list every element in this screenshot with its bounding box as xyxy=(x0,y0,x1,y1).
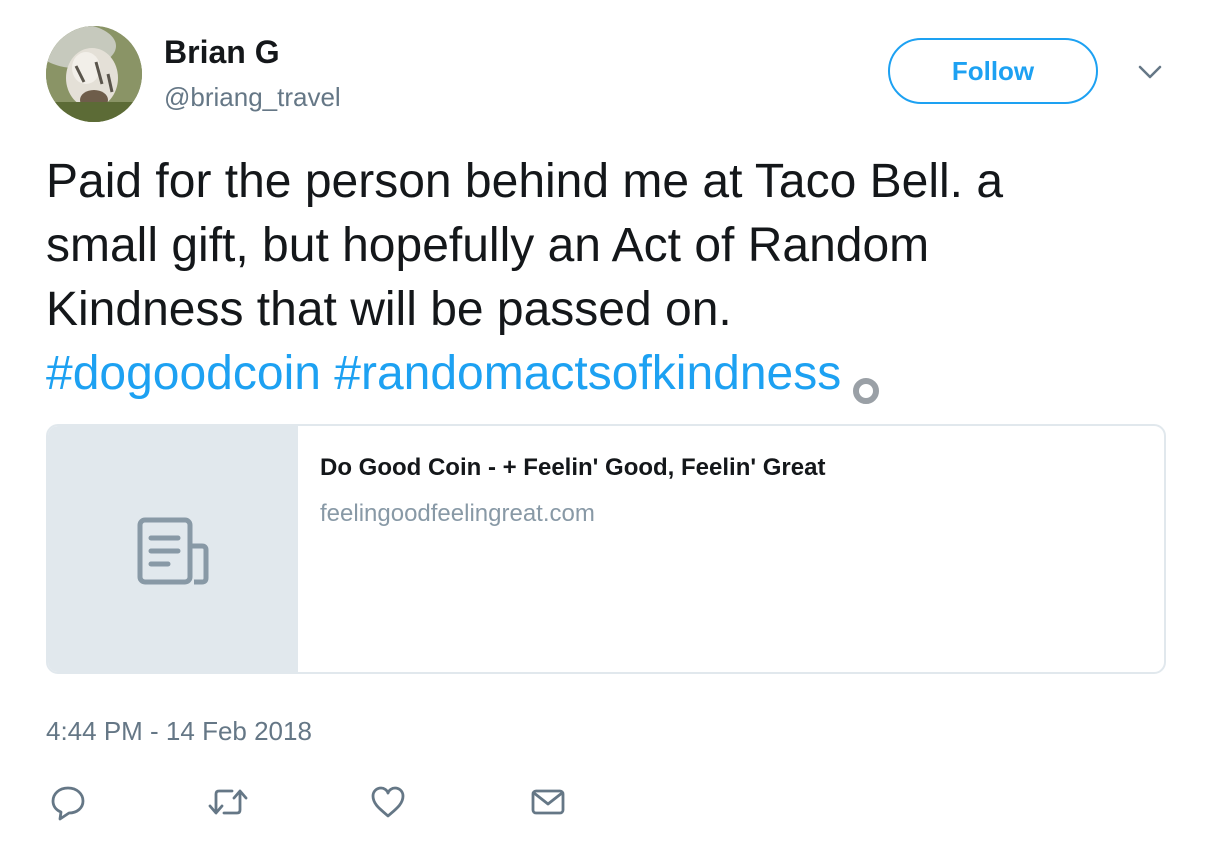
message-icon[interactable] xyxy=(528,782,568,822)
ring-icon xyxy=(851,359,881,405)
card-domain: feelingoodfeelingreat.com xyxy=(320,500,595,527)
hashtag-randomactsofkindness[interactable]: #randomactsofkindness xyxy=(334,347,841,400)
tweet-text: Paid for the person behind me at Taco Be… xyxy=(46,150,1186,406)
tweet-text-line: Paid for the person behind me at Taco Be… xyxy=(46,155,1004,208)
hashtag-dogoodcoin[interactable]: #dogoodcoin xyxy=(46,347,321,400)
follow-button[interactable]: Follow xyxy=(888,38,1098,104)
tweet-text-line: small gift, but hopefully an Act of Rand… xyxy=(46,219,930,272)
chevron-down-icon[interactable] xyxy=(1136,62,1164,82)
link-card[interactable]: Do Good Coin - + Feelin' Good, Feelin' G… xyxy=(46,424,1166,674)
tweet: Brian G @briang_travel Follow Paid for t… xyxy=(0,0,1226,868)
hashtag-line: #dogoodcoin #randomactsofkindness xyxy=(46,342,1186,406)
tweet-text-line: Kindness that will be passed on. xyxy=(46,283,732,336)
reply-icon[interactable] xyxy=(48,782,88,822)
card-title[interactable]: Do Good Coin - + Feelin' Good, Feelin' G… xyxy=(320,454,825,482)
like-icon[interactable] xyxy=(368,782,408,822)
retweet-icon[interactable] xyxy=(206,782,250,822)
avatar[interactable] xyxy=(46,26,142,122)
document-icon xyxy=(137,517,209,585)
user-handle[interactable]: @briang_travel xyxy=(164,82,341,112)
tweet-timestamp[interactable]: 4:44 PM - 14 Feb 2018 xyxy=(46,716,312,747)
card-thumbnail xyxy=(48,426,298,672)
user-name[interactable]: Brian G xyxy=(164,32,280,72)
